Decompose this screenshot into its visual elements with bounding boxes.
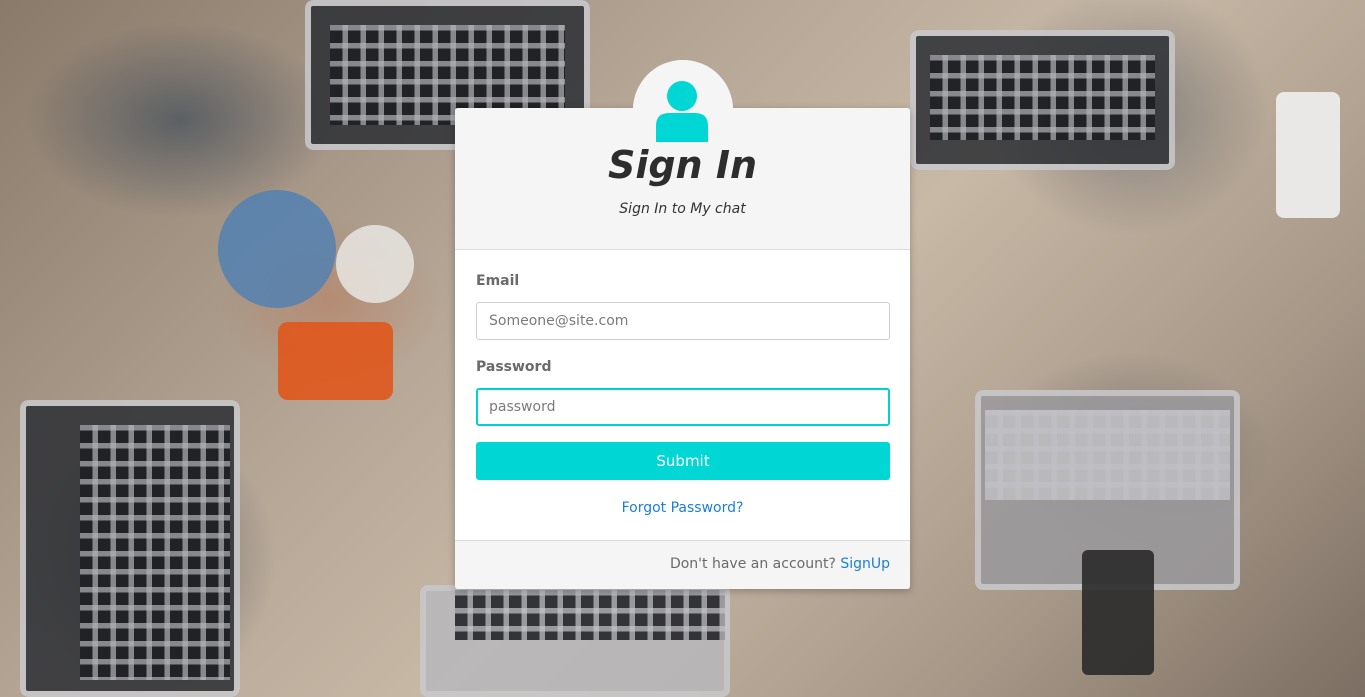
page-subtitle: Sign In to My chat: [619, 201, 746, 217]
keyboard-decor: [930, 55, 1155, 140]
bowl-decor: [218, 190, 336, 308]
email-label: Email: [476, 273, 520, 289]
phone-decor: [1082, 550, 1154, 675]
user-icon: [656, 81, 708, 142]
hard-drive-decor: [278, 322, 393, 400]
keyboard-decor: [455, 590, 725, 640]
page-title: Sign In: [607, 143, 758, 187]
submit-button[interactable]: Submit: [476, 442, 890, 480]
forgot-password-link[interactable]: Forgot Password?: [455, 498, 910, 518]
password-field[interactable]: [476, 388, 890, 426]
password-label: Password: [476, 359, 552, 375]
signin-footer: Don't have an account? SignUp: [455, 540, 910, 589]
email-field[interactable]: [476, 302, 890, 340]
signup-prompt: Don't have an account? SignUp: [670, 556, 890, 572]
signup-prompt-text: Don't have an account?: [669, 556, 836, 572]
signup-link[interactable]: SignUp: [840, 556, 890, 572]
keyboard-decor: [985, 410, 1230, 500]
phone-decor: [1276, 92, 1340, 218]
cup-decor: [336, 225, 414, 303]
keyboard-decor: [80, 425, 230, 680]
